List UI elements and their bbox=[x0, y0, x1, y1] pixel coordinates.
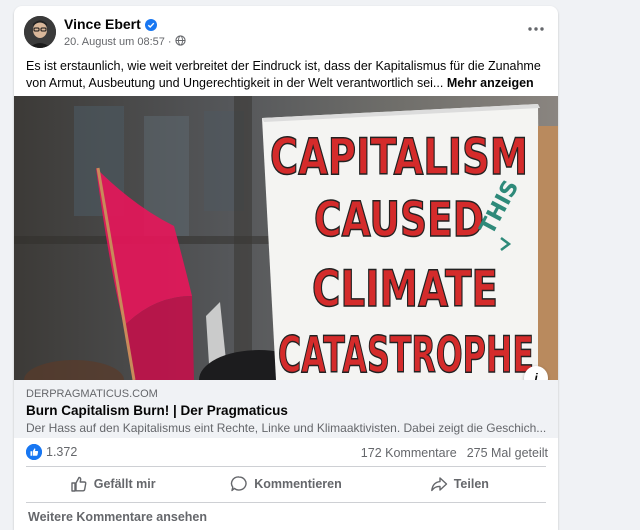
sign-line-1: CAPITALISM bbox=[270, 128, 528, 186]
link-domain: DERPRAGMATICUS.COM bbox=[26, 388, 158, 400]
share-count[interactable]: 275 Mal geteilt bbox=[467, 446, 548, 460]
divider-bottom bbox=[26, 502, 546, 503]
link-description: Der Hass auf den Kapitalismus eint Recht… bbox=[26, 421, 546, 435]
sign-line-2: CAUSED bbox=[314, 192, 484, 248]
see-more-link[interactable]: Mehr anzeigen bbox=[447, 76, 534, 90]
post-meta: 20. August um 08:57 · bbox=[64, 35, 186, 49]
globe-icon[interactable] bbox=[174, 35, 186, 49]
comment-button[interactable]: Kommentieren bbox=[199, 468, 372, 500]
protest-sign-image: CAPITALISM CAUSED CLIMATE CATASTROPHE TH… bbox=[14, 96, 558, 380]
comment-count[interactable]: 172 Kommentare bbox=[361, 446, 457, 460]
info-icon-glyph: i bbox=[534, 371, 538, 380]
more-options-button[interactable] bbox=[522, 18, 550, 42]
comment-label: Kommentieren bbox=[254, 477, 342, 491]
reaction-count: 1.372 bbox=[46, 445, 78, 459]
share-button[interactable]: Teilen bbox=[373, 468, 546, 500]
engagement-counts: 172 Kommentare 275 Mal geteilt bbox=[361, 446, 548, 460]
author-name-text[interactable]: Vince Ebert bbox=[64, 16, 141, 32]
reaction-summary[interactable]: 1.372 bbox=[26, 444, 77, 460]
link-title[interactable]: Burn Capitalism Burn! | Der Pragmaticus bbox=[26, 403, 288, 418]
share-icon bbox=[430, 477, 447, 492]
link-preview-image[interactable]: CAPITALISM CAUSED CLIMATE CATASTROPHE TH… bbox=[14, 96, 558, 380]
sign-line-4: CATASTROPHE bbox=[278, 326, 534, 380]
post-stats: 1.372 172 Kommentare 275 Mal geteilt bbox=[14, 442, 558, 464]
post-card: Vince Ebert 20. August um 08:57 · Es ist… bbox=[14, 6, 558, 530]
link-preview-info[interactable]: DERPRAGMATICUS.COM Burn Capitalism Burn!… bbox=[14, 380, 558, 438]
like-button[interactable]: Gefällt mir bbox=[26, 468, 199, 500]
divider-top bbox=[26, 466, 546, 467]
avatar[interactable] bbox=[24, 16, 56, 48]
sign-line-3: CLIMATE bbox=[312, 260, 498, 318]
post-date[interactable]: 20. August um 08:57 bbox=[64, 36, 165, 48]
view-more-comments-link[interactable]: Weitere Kommentare ansehen bbox=[28, 510, 207, 524]
share-label: Teilen bbox=[453, 477, 489, 491]
thumbs-up-icon bbox=[71, 476, 87, 492]
comment-icon bbox=[231, 476, 247, 492]
post-text: Es ist erstaunlich, wie weit verbreitet … bbox=[26, 58, 550, 92]
meta-separator: · bbox=[167, 36, 172, 48]
more-horizontal-icon bbox=[528, 27, 544, 31]
post-header: Vince Ebert 20. August um 08:57 · bbox=[14, 6, 558, 56]
like-reaction-icon bbox=[26, 444, 42, 460]
action-bar: Gefällt mir Kommentieren Teilen bbox=[26, 468, 546, 500]
verified-badge-icon bbox=[144, 18, 157, 31]
like-label: Gefällt mir bbox=[93, 477, 156, 491]
author-name[interactable]: Vince Ebert bbox=[64, 16, 157, 32]
